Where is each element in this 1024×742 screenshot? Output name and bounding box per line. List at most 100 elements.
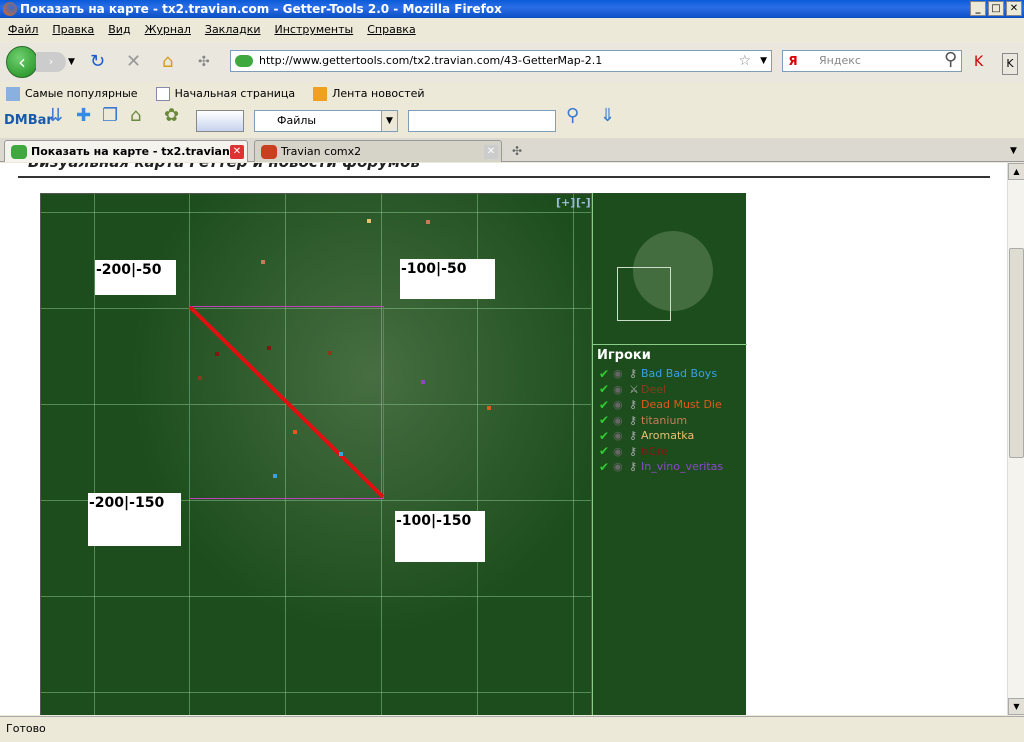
check-icon[interactable]: ✔ [599, 382, 611, 396]
village-marker[interactable] [487, 406, 491, 410]
player-item[interactable]: ✔ ◉ ⚷ titanium [599, 413, 723, 429]
village-marker[interactable] [215, 352, 219, 356]
player-item[interactable]: ✔ ◉ ⚷ Aromatka [599, 428, 723, 444]
menu-view[interactable]: Вид [108, 19, 130, 41]
eye-icon[interactable]: ◉ [613, 460, 627, 473]
menu-edit[interactable]: Правка [52, 19, 94, 41]
player-item[interactable]: ✔ ◉ ⚷ Bad Bad Boys [599, 366, 723, 382]
close-button[interactable]: ✕ [1006, 1, 1022, 16]
maximize-button[interactable]: □ [988, 1, 1004, 16]
player-item[interactable]: ✔ ◉ ⚔ Deel [599, 382, 723, 398]
village-marker[interactable] [198, 376, 202, 380]
dm-windows-icon[interactable]: ❐ [102, 106, 118, 126]
menu-file[interactable]: Файл [8, 19, 38, 41]
check-icon[interactable]: ✔ [599, 444, 611, 458]
key-icon[interactable]: ⚷ [629, 460, 639, 473]
village-marker[interactable] [267, 346, 271, 350]
tab-travian[interactable]: Travian comx2 ✕ [254, 140, 502, 162]
menu-history[interactable]: Журнал [145, 19, 191, 41]
dm-home-icon[interactable]: ⌂ [130, 106, 141, 126]
dm-graph-button[interactable] [196, 110, 244, 132]
key-icon[interactable]: ⚷ [629, 414, 639, 427]
village-marker[interactable] [426, 220, 430, 224]
addon-k2-icon[interactable]: K [1002, 53, 1018, 75]
search-icon[interactable]: ⚲ [944, 50, 957, 70]
status-text: Готово [6, 722, 46, 735]
village-marker[interactable] [328, 351, 332, 355]
vertical-scrollbar[interactable]: ▲ ▼ [1007, 163, 1024, 715]
minimap[interactable] [593, 193, 747, 345]
check-icon[interactable]: ✔ [599, 429, 611, 443]
menu-help[interactable]: Справка [367, 19, 415, 41]
bookmark-star-icon[interactable]: ☆ [738, 51, 751, 71]
check-icon[interactable]: ✔ [599, 367, 611, 381]
rss-icon [313, 87, 328, 101]
check-icon[interactable]: ✔ [599, 398, 611, 412]
player-item[interactable]: ✔ ◉ ⚷ tiGre [599, 444, 723, 460]
bookmark-popular[interactable]: Самые популярные [6, 84, 138, 104]
tab-list-icon[interactable]: ▼ [1010, 141, 1017, 161]
reload-icon[interactable]: ↻ [90, 52, 105, 72]
village-marker[interactable] [339, 452, 343, 456]
check-icon[interactable]: ✔ [599, 413, 611, 427]
village-marker[interactable] [273, 474, 277, 478]
menu-bookmarks[interactable]: Закладки [205, 19, 261, 41]
tab-close-icon[interactable]: ✕ [484, 145, 498, 159]
village-marker[interactable] [367, 219, 371, 223]
dm-download-menu-icon[interactable]: ⇓ [600, 106, 615, 126]
back-button[interactable]: ‹ [6, 46, 38, 78]
dm-search-input[interactable] [408, 110, 556, 132]
village-marker[interactable] [261, 260, 265, 264]
history-dropdown-icon[interactable]: ▼ [68, 52, 75, 72]
url-bar[interactable]: http://www.gettertools.com/tx2.travian.c… [230, 50, 772, 72]
tab-getter-map[interactable]: Показать на карте - tx2.travian... ✕ [4, 140, 248, 162]
yandex-icon[interactable]: Я [785, 53, 801, 69]
eye-icon[interactable]: ◉ [613, 398, 627, 411]
stop-icon[interactable]: ✕ [126, 52, 141, 72]
addon-k-icon[interactable]: K [974, 52, 983, 72]
new-tab-icon[interactable]: ✣ [512, 141, 522, 161]
eye-icon[interactable]: ◉ [613, 367, 627, 380]
files-select[interactable]: Файлы ▼ [254, 110, 398, 132]
coord-label: -200|-150 [88, 493, 181, 546]
bookmark-home[interactable]: Начальная страница [155, 84, 295, 104]
key-icon[interactable]: ⚷ [629, 398, 639, 411]
check-icon[interactable]: ✔ [599, 460, 611, 474]
eye-icon[interactable]: ◉ [613, 383, 627, 396]
key-icon[interactable]: ⚷ [629, 445, 639, 458]
dm-add-icon[interactable]: ✚ [76, 106, 91, 126]
player-item[interactable]: ✔ ◉ ⚷ Dead Must Die [599, 397, 723, 413]
minimize-button[interactable]: _ [970, 1, 986, 16]
scroll-thumb[interactable] [1009, 248, 1024, 458]
eye-icon[interactable]: ◉ [613, 414, 627, 427]
village-marker[interactable] [293, 430, 297, 434]
dm-search-icon[interactable]: ⚲ [566, 106, 579, 126]
search-placeholder: Яндекс [819, 54, 861, 67]
chevron-down-icon[interactable]: ▼ [381, 111, 397, 131]
menu-tools[interactable]: Инструменты [275, 19, 354, 41]
eye-icon[interactable]: ◉ [613, 429, 627, 442]
page-content: Визуальная карта Геттер и новости форумо… [0, 163, 1007, 715]
bookmark-news[interactable]: Лента новостей [313, 84, 425, 104]
forward-button[interactable]: › [36, 52, 66, 72]
url-dropdown-icon[interactable]: ▼ [760, 51, 767, 71]
sword-icon[interactable]: ⚔ [629, 383, 639, 396]
search-input[interactable]: Я Яндекс [782, 50, 962, 72]
tab-favicon [11, 145, 27, 159]
player-item[interactable]: ✔ ◉ ⚷ In_vino_veritas [599, 459, 723, 475]
village-marker[interactable] [421, 380, 425, 384]
tab-close-icon[interactable]: ✕ [230, 145, 244, 159]
dm-download-icon[interactable]: ⇊ [48, 106, 63, 126]
key-icon[interactable]: ⚷ [629, 429, 639, 442]
scroll-down-button[interactable]: ▼ [1008, 698, 1024, 715]
map-canvas[interactable]: [+] [-] -200|-50 -100|-50 -200|-150 -100… [40, 193, 592, 715]
coord-label: -200|-50 [95, 260, 176, 295]
folder-icon [6, 87, 20, 101]
minimap-viewport[interactable] [617, 267, 671, 321]
eye-icon[interactable]: ◉ [613, 445, 627, 458]
addon-icon[interactable]: ✣ [198, 52, 210, 72]
home-icon[interactable]: ⌂ [162, 52, 173, 72]
dm-tool-icon[interactable]: ✿ [164, 106, 179, 126]
key-icon[interactable]: ⚷ [629, 367, 639, 380]
scroll-up-button[interactable]: ▲ [1008, 163, 1024, 180]
